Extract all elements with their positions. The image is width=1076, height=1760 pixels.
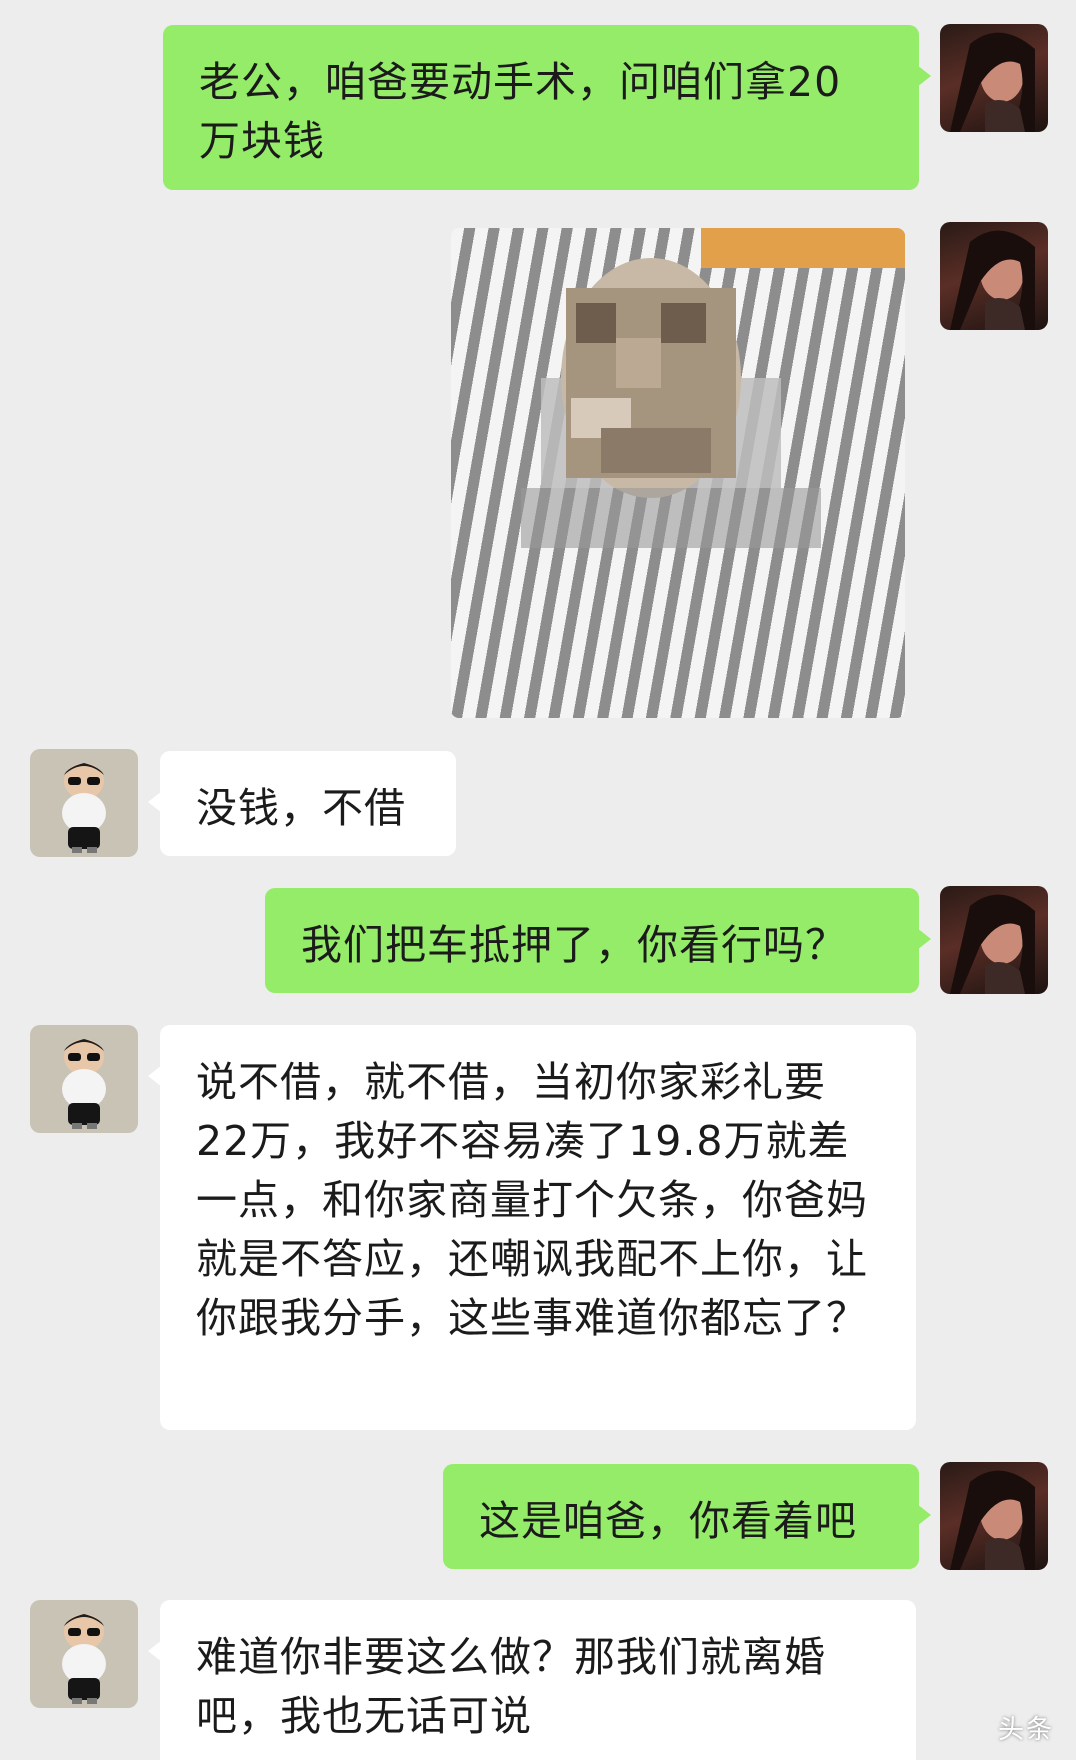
message-text-6: 这是咱爸，你看着吧 <box>479 1497 857 1545</box>
message-bubble-3[interactable]: 没钱，不借 <box>148 751 456 856</box>
message-text-7: 难道你非要这么做？那我们就离婚吧，我也无话可说 <box>196 1633 826 1740</box>
self-avatar[interactable] <box>940 222 1048 330</box>
woman-photo-avatar-icon <box>950 894 1035 994</box>
self-avatar[interactable] <box>940 24 1048 132</box>
cartoon-boy-sunglasses-avatar-icon <box>62 1614 106 1704</box>
message-bubble-4[interactable]: 我们把车抵押了，你看行吗？ <box>265 888 931 993</box>
watermark: 头条 <box>997 1715 1054 1745</box>
hospital-bed-photo-icon <box>521 228 905 548</box>
message-text-4: 我们把车抵押了，你看行吗？ <box>301 921 847 969</box>
message-bubble-6[interactable]: 这是咱爸，你看着吧 <box>443 1464 931 1569</box>
woman-photo-avatar-icon <box>950 230 1035 330</box>
other-avatar[interactable] <box>30 1025 138 1133</box>
self-avatar[interactable] <box>940 1462 1048 1570</box>
message-bubble-7[interactable]: 难道你非要这么做？那我们就离婚吧，我也无话可说 <box>148 1600 916 1760</box>
other-avatar[interactable] <box>30 1600 138 1708</box>
message-text-3: 没钱，不借 <box>196 784 406 832</box>
message-text-1: 老公，咱爸要动手术，问咱们拿20万块钱 <box>199 58 842 165</box>
patient-photo[interactable] <box>451 228 905 718</box>
message-bubble-1[interactable]: 老公，咱爸要动手术，问咱们拿20万块钱 <box>163 25 931 190</box>
message-text-5: 说不借，就不借，当初你家彩礼要22万，我好不容易凑了19.8万就差一点，和你家商… <box>196 1058 868 1342</box>
cartoon-boy-sunglasses-avatar-icon <box>62 1039 106 1129</box>
woman-photo-avatar-icon <box>950 32 1035 132</box>
cartoon-boy-sunglasses-avatar-icon <box>62 763 106 853</box>
self-avatar[interactable] <box>940 886 1048 994</box>
woman-photo-avatar-icon <box>950 1470 1035 1570</box>
message-bubble-5[interactable]: 说不借，就不借，当初你家彩礼要22万，我好不容易凑了19.8万就差一点，和你家商… <box>148 1025 916 1430</box>
other-avatar[interactable] <box>30 749 138 857</box>
